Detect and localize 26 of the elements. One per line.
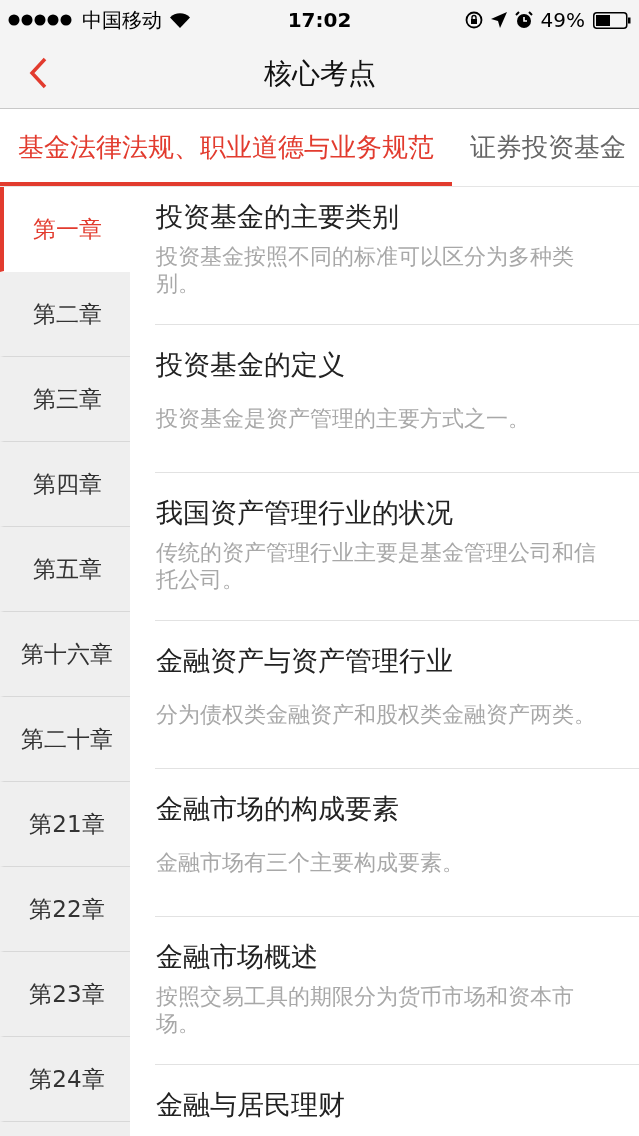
point-title[interactable]: 投资基金的主要类别 (156, 199, 399, 235)
point-summary: 投资基金按照不同的标准可以区分为多种类别。 (156, 243, 575, 297)
point-title[interactable]: 投资基金的定义 (156, 347, 345, 383)
category-tab[interactable]: 证券投资基金 (452, 109, 639, 186)
point-title[interactable]: 金融资产与资产管理行业 (156, 643, 453, 679)
point-summary: 金融市场有三个主要构成要素。 (156, 848, 464, 876)
point-summary: 投资基金是资产管理的主要方式之一。 (156, 404, 530, 432)
signal-icon (8, 14, 74, 26)
point-summary: 传统的资产管理行业主要是基金管理公司和信托公司。 (156, 539, 597, 593)
wifi-icon (170, 12, 190, 28)
point-summary: 按照交易工具的期限分为货币市场和资本市场。 (156, 983, 575, 1037)
carrier-name: 中国移动 (82, 6, 162, 34)
point-title[interactable]: 金融市场概述 (156, 939, 318, 975)
chapter-item[interactable]: 第一章 (0, 187, 130, 272)
point-summary: 分为债权类金融资产和股权类金融资产两类。 (156, 700, 596, 728)
page-title: 核心考点 (263, 56, 376, 92)
point-title[interactable]: 我国资产管理行业的状况 (156, 495, 453, 531)
chevron-left-icon (28, 57, 48, 89)
point-title[interactable]: 金融与居民理财 (156, 1087, 345, 1123)
alarm-icon (514, 11, 533, 29)
battery-percent: 49% (540, 8, 585, 32)
location-arrow-icon (490, 12, 507, 28)
battery-icon (593, 11, 631, 29)
point-title[interactable]: 金融市场的构成要素 (156, 791, 399, 827)
rotation-lock-icon (464, 11, 483, 29)
clock-time: 17:02 (287, 8, 352, 32)
